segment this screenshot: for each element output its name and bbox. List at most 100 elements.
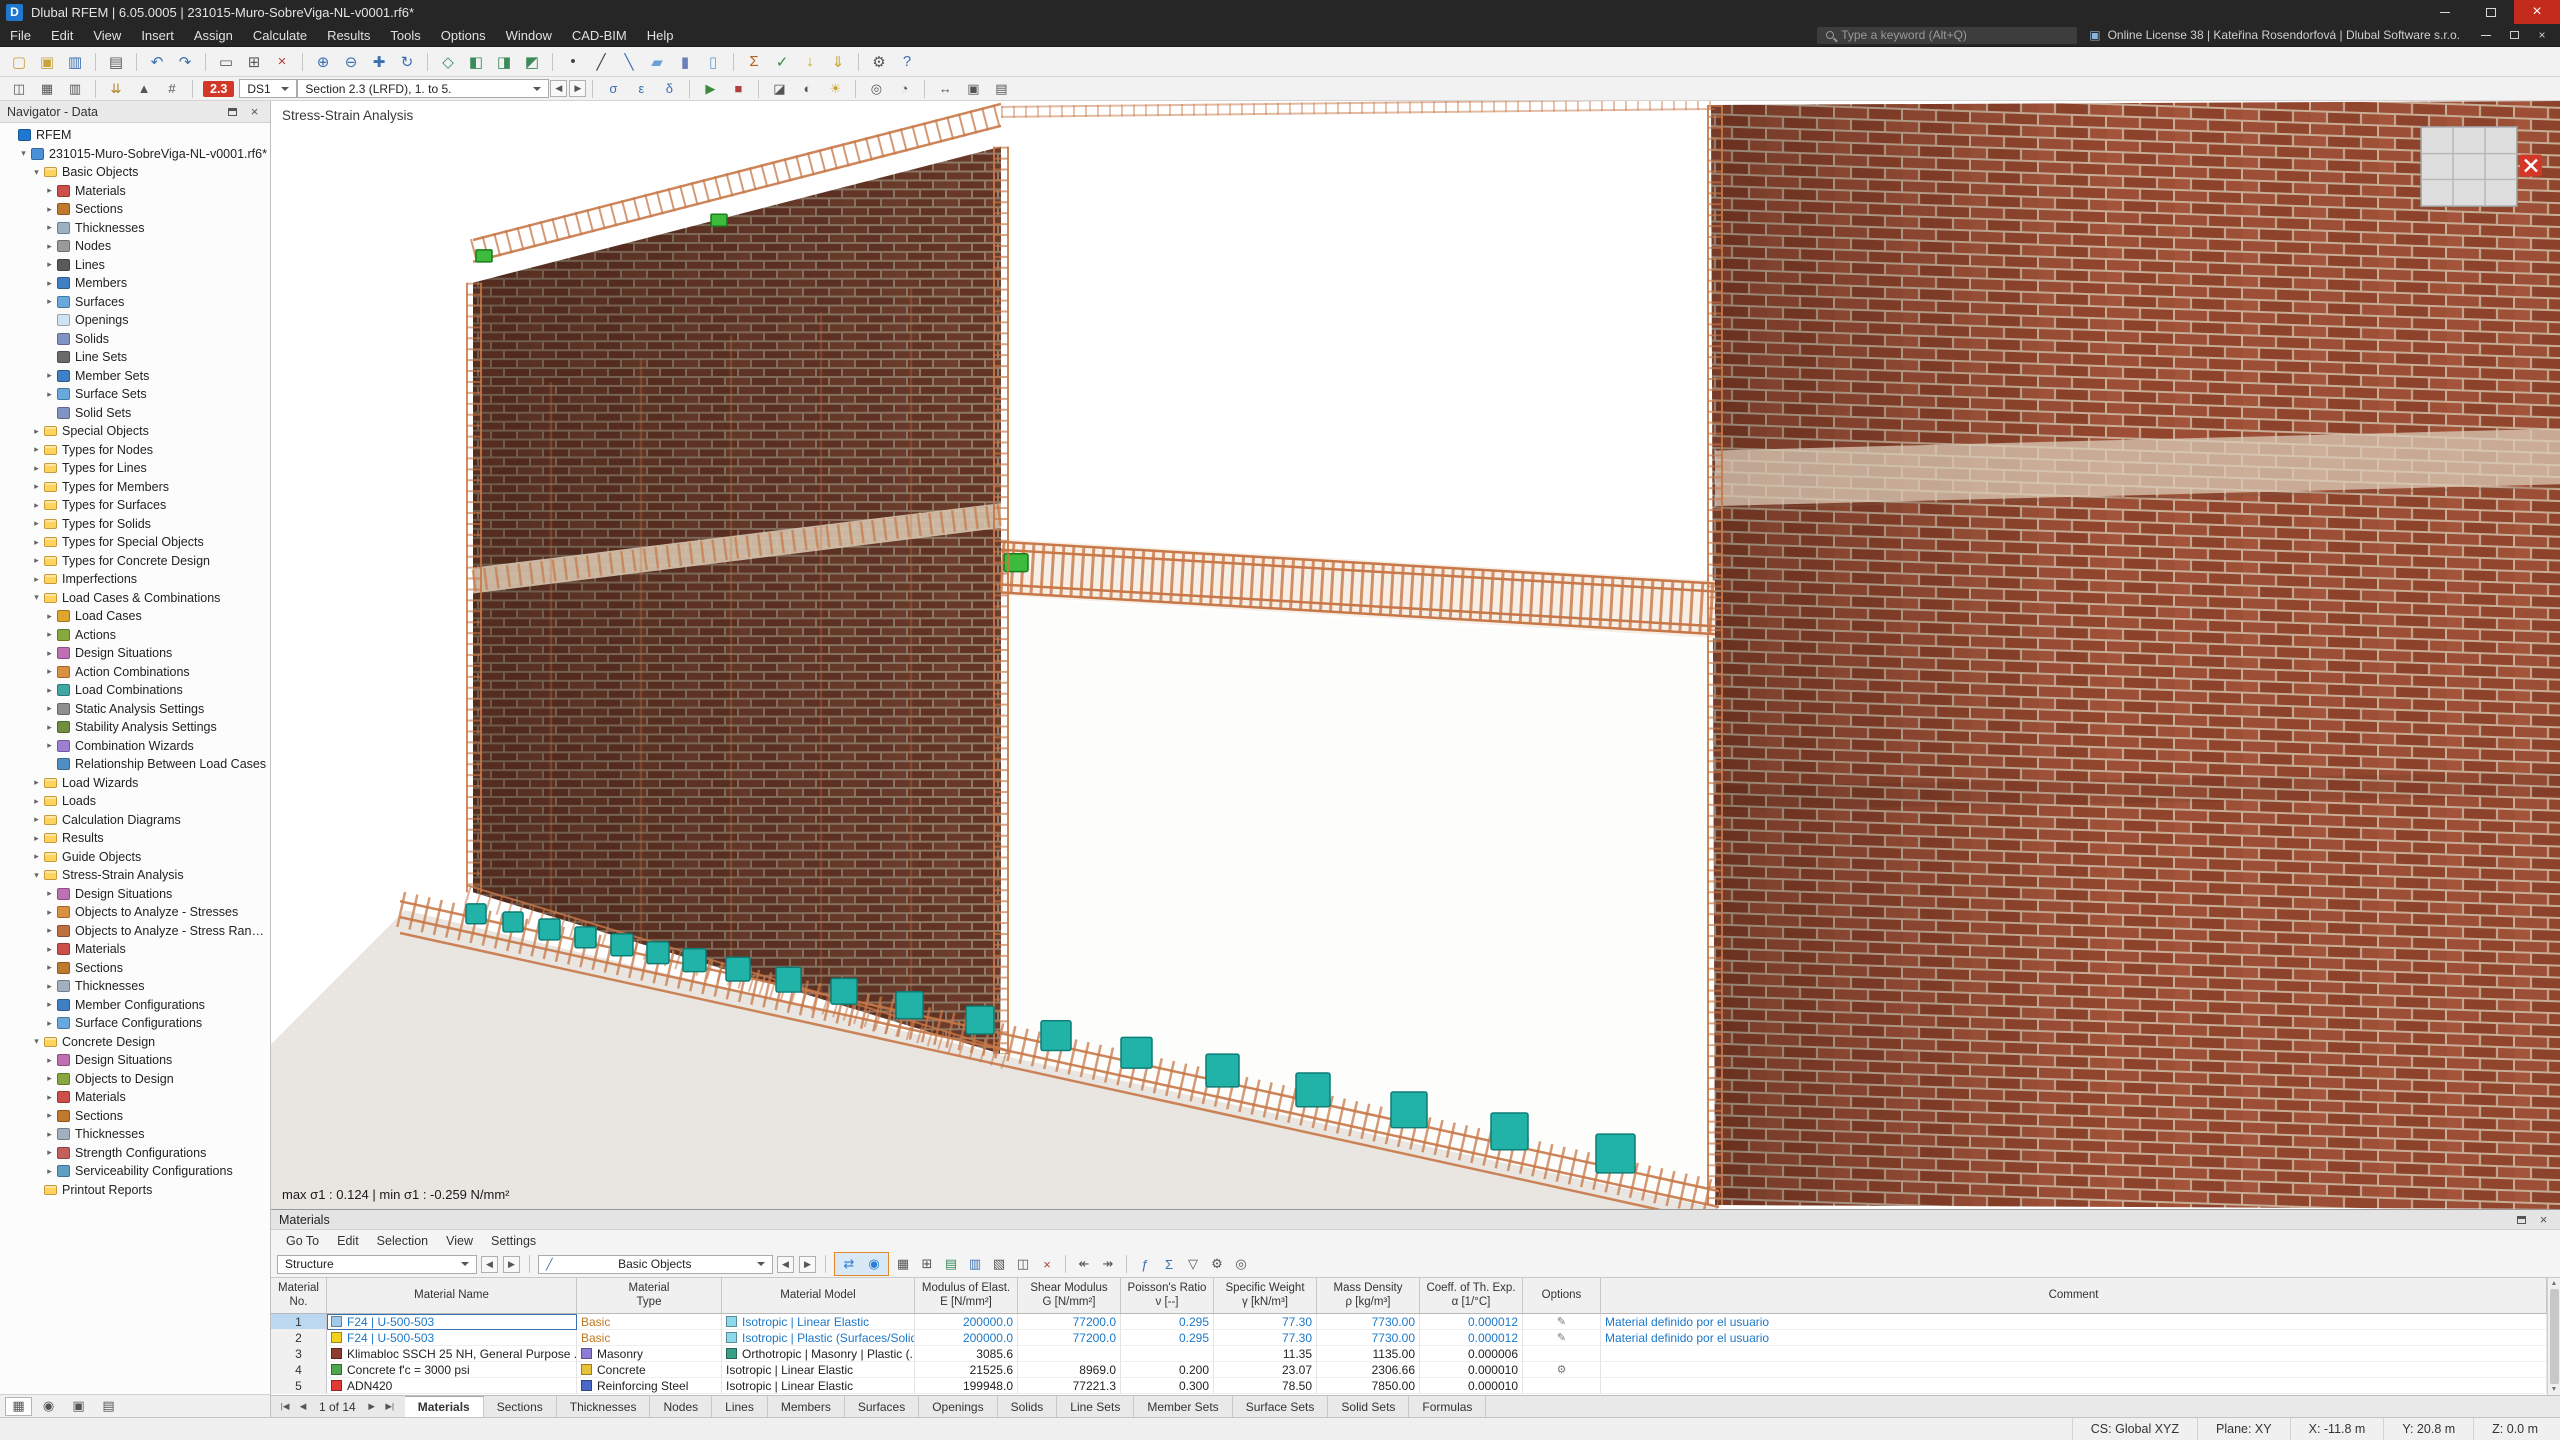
zoom-in-icon[interactable]: ⊕	[310, 51, 336, 73]
tree-item-materials[interactable]: ▸Materials	[0, 940, 270, 959]
tree-item-members[interactable]: ▸Members	[0, 274, 270, 293]
ole-export-icon[interactable]: ▥	[964, 1254, 986, 1274]
tree-item-load-cases[interactable]: ▸Load Cases	[0, 607, 270, 626]
save-model-icon[interactable]: ▥	[62, 51, 88, 73]
table-settings-icon[interactable]: ⚙	[1206, 1254, 1228, 1274]
tree-item-printout-reports[interactable]: Printout Reports	[0, 1181, 270, 1200]
tree-expander-icon[interactable]: ▸	[43, 1110, 56, 1121]
sheet-tab-solid-sets[interactable]: Solid Sets	[1328, 1396, 1409, 1417]
tree-expander-icon[interactable]: ▾	[30, 1036, 43, 1047]
render-mode-icon[interactable]: ◐	[794, 79, 820, 99]
sync-selection-icon[interactable]: ⇄	[838, 1254, 860, 1274]
minimize-button[interactable]	[2422, 0, 2468, 24]
table-menu-view[interactable]: View	[437, 1234, 482, 1248]
sheet-tab-formulas[interactable]: Formulas	[1409, 1396, 1486, 1417]
delete-object-icon[interactable]: ×	[269, 51, 295, 73]
comment-cell[interactable]	[1601, 1378, 2547, 1394]
print-table-icon[interactable]: ▧	[988, 1254, 1010, 1274]
tree-expander-icon[interactable]: ▸	[30, 444, 43, 455]
show-mesh-icon[interactable]: #	[159, 79, 185, 99]
excel-export-icon[interactable]: ▤	[940, 1254, 962, 1274]
select-objects-icon[interactable]: ▭	[213, 51, 239, 73]
options-cell[interactable]: ✎	[1523, 1330, 1601, 1346]
menu-edit[interactable]: Edit	[41, 24, 83, 46]
tree-expander-icon[interactable]: ▸	[30, 833, 43, 844]
mass-density-cell[interactable]: 7730.00	[1317, 1314, 1420, 1330]
shear-modulus-cell[interactable]: 8969.0	[1018, 1362, 1121, 1378]
formula-fx-icon[interactable]: ƒ	[1134, 1254, 1156, 1274]
menu-cad-bim[interactable]: CAD-BIM	[562, 24, 637, 46]
material-type-cell[interactable]: Basic	[577, 1330, 722, 1346]
tree-expander-icon[interactable]: ▸	[43, 611, 56, 622]
table-menu-selection[interactable]: Selection	[368, 1234, 437, 1248]
shear-modulus-cell[interactable]: 77200.0	[1018, 1330, 1121, 1346]
menu-tools[interactable]: Tools	[380, 24, 430, 46]
specific-weight-cell[interactable]: 77.30	[1214, 1330, 1317, 1346]
tree-expander-icon[interactable]: ▸	[30, 426, 43, 437]
poisson-cell[interactable]: 0.300	[1121, 1378, 1214, 1394]
measure-icon[interactable]: ↔	[932, 79, 958, 99]
tree-expander-icon[interactable]: ▸	[43, 629, 56, 640]
tree-item-sections[interactable]: ▸Sections	[0, 1107, 270, 1126]
tree-item-rfem[interactable]: RFEM	[0, 126, 270, 145]
poisson-cell[interactable]	[1121, 1346, 1214, 1362]
material-type-cell[interactable]: Basic	[577, 1314, 722, 1330]
tree-expander-icon[interactable]: ▾	[30, 592, 43, 603]
options-cell[interactable]	[1523, 1378, 1601, 1394]
load-cases-icon[interactable]: ↓	[797, 51, 823, 73]
specific-weight-cell[interactable]: 11.35	[1214, 1346, 1317, 1362]
tree-item-sections[interactable]: ▸Sections	[0, 959, 270, 978]
tree-item-types-for-solids[interactable]: ▸Types for Solids	[0, 515, 270, 534]
tree-expander-icon[interactable]: ▸	[43, 1166, 56, 1177]
menu-options[interactable]: Options	[431, 24, 496, 46]
modulus-cell[interactable]: 199948.0	[915, 1378, 1018, 1394]
material-model-cell[interactable]: Isotropic | Linear Elastic	[722, 1314, 915, 1330]
material-model-cell[interactable]: Isotropic | Linear Elastic	[722, 1362, 915, 1378]
previous-section-button[interactable]: ◀	[550, 80, 567, 97]
viewport-3d[interactable]: Stress-Strain Analysis max σ1 : 0.124 | …	[271, 101, 2560, 1209]
table-view-icon[interactable]: ▦	[892, 1254, 914, 1274]
mass-density-cell[interactable]: 7850.00	[1317, 1378, 1420, 1394]
tree-item-types-for-nodes[interactable]: ▸Types for Nodes	[0, 441, 270, 460]
table-menu-edit[interactable]: Edit	[328, 1234, 368, 1248]
close-navigator-button[interactable]: ×	[246, 103, 263, 120]
thermal-exp-cell[interactable]: 0.000010	[1420, 1362, 1523, 1378]
design-situation-combo[interactable]: DS1	[239, 79, 297, 98]
undo-icon[interactable]: ↶	[144, 51, 170, 73]
copy-row-icon[interactable]: ◫	[1012, 1254, 1034, 1274]
tree-item-nodes[interactable]: ▸Nodes	[0, 237, 270, 256]
new-solid-icon[interactable]: ▮	[672, 51, 698, 73]
prev-table-button[interactable]: ◀	[481, 1256, 498, 1273]
modulus-cell[interactable]: 21525.6	[915, 1362, 1018, 1378]
tree-expander-icon[interactable]: ▸	[43, 962, 56, 973]
load-case-badge[interactable]: 2.3	[203, 81, 234, 97]
thermal-exp-cell[interactable]: 0.000006	[1420, 1346, 1523, 1362]
tree-expander-icon[interactable]: ▸	[43, 703, 56, 714]
tree-expander-icon[interactable]: ▸	[30, 851, 43, 862]
new-line-icon[interactable]: ╱	[588, 51, 614, 73]
row-number[interactable]: 2	[271, 1330, 327, 1346]
tree-item-stability-analysis-settings[interactable]: ▸Stability Analysis Settings	[0, 718, 270, 737]
maximize-button[interactable]	[2468, 0, 2514, 24]
material-name-cell[interactable]: Concrete f'c = 3000 psi	[327, 1362, 577, 1378]
tree-item-serviceability-configurations[interactable]: ▸Serviceability Configurations	[0, 1162, 270, 1181]
navigator-tab-data[interactable]: ▦	[5, 1397, 32, 1416]
tree-item-types-for-members[interactable]: ▸Types for Members	[0, 478, 270, 497]
sheet-tab-member-sets[interactable]: Member Sets	[1134, 1396, 1232, 1417]
tree-expander-icon[interactable]: ▸	[43, 944, 56, 955]
insert-row-icon[interactable]: ⊞	[916, 1254, 938, 1274]
tree-expander-icon[interactable]: ▸	[30, 463, 43, 474]
tree-item-surface-configurations[interactable]: ▸Surface Configurations	[0, 1014, 270, 1033]
filter-icon[interactable]: ▽	[1182, 1254, 1204, 1274]
tree-expander-icon[interactable]: ▾	[17, 148, 30, 159]
material-model-cell[interactable]: Orthotropic | Masonry | Plastic (...	[722, 1346, 915, 1362]
tree-item-line-sets[interactable]: Line Sets	[0, 348, 270, 367]
tree-expander-icon[interactable]: ▸	[43, 981, 56, 992]
tree-item-relationship-between-load-cases[interactable]: Relationship Between Load Cases	[0, 755, 270, 774]
tree-expander-icon[interactable]: ▸	[43, 296, 56, 307]
new-member-icon[interactable]: ╲	[616, 51, 642, 73]
tree-item-objects-to-design[interactable]: ▸Objects to Design	[0, 1070, 270, 1089]
tree-item-member-configurations[interactable]: ▸Member Configurations	[0, 996, 270, 1015]
shear-modulus-cell[interactable]: 77221.3	[1018, 1378, 1121, 1394]
new-surface-icon[interactable]: ▰	[644, 51, 670, 73]
